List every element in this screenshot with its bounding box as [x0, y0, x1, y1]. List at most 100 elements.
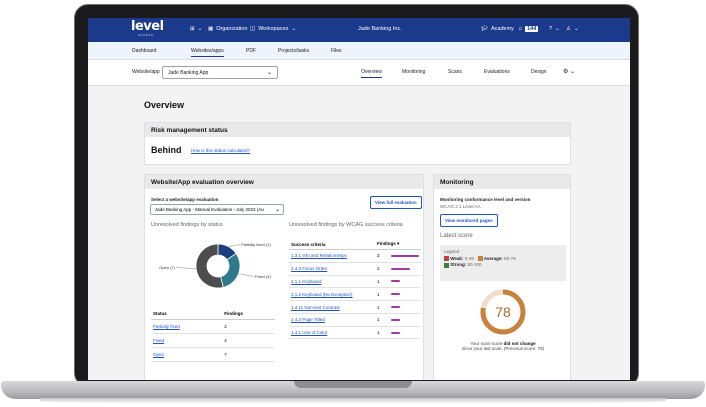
workspaces-menu[interactable]: ◫ Workspaces ⌄ [250, 26, 296, 32]
logo-subtitle: ACCESS [138, 33, 154, 37]
findings-bar [391, 318, 400, 321]
organization-label: Organization [216, 26, 248, 32]
wcag-findings-column-header[interactable]: Findings ▾ [375, 239, 421, 250]
table-row: 2.1.2 Keyboard (No Exception) 1 [289, 287, 421, 302]
wcag-findings-header-label: Findings [377, 241, 396, 246]
table-row: 1.4.11 Non-text Contrast 1 [289, 300, 421, 314]
laptop-shadow [40, 398, 666, 404]
status-table: Status Findings Partially fixed 2 Fixed 4 Op… [151, 308, 275, 362]
tab-design[interactable]: Design [531, 69, 547, 75]
criteria-link[interactable]: 2.1.1 Keyboard [291, 279, 322, 284]
tab-monitoring[interactable]: Monitoring [402, 69, 425, 75]
help-icon: ? [549, 26, 553, 32]
status-link[interactable]: Partially fixed [153, 324, 180, 329]
criteria-link[interactable]: 2.1.2 Keyboard (No Exception) [291, 292, 353, 297]
weak-range: 0-49 [464, 256, 474, 261]
criteria-count: 1 [375, 300, 389, 314]
status-count: 2 [222, 319, 275, 334]
chevron-down-icon: ⌄ [266, 70, 272, 76]
tab-dashboard[interactable]: Dashboard [132, 48, 156, 54]
view-full-evaluation-button[interactable]: View full evaluation [370, 196, 422, 209]
organization-menu[interactable]: ▦ Organization [208, 26, 247, 32]
average-range: 50-79 [504, 256, 516, 261]
evaluation-overview-panel: Website/App evaluation overview Select a… [144, 174, 424, 380]
settings-menu[interactable]: ⚙ ⌄ [563, 68, 575, 75]
score-value: 78 [495, 304, 511, 320]
criteria-count: 1 [375, 326, 389, 340]
grid-icon: ⊞ [190, 26, 195, 32]
score-note: Your scan score did not change since you… [434, 341, 572, 351]
graduation-cap-icon: 🎓︎ [481, 26, 488, 32]
findings-column-header: Findings [222, 308, 275, 320]
tab-projects-tasks[interactable]: Projects/tasks [278, 48, 309, 54]
status-table-header-row: Status Findings [151, 308, 275, 320]
tab-files[interactable]: Files [331, 48, 342, 54]
academy-link[interactable]: 🎓︎ Academy [481, 26, 514, 32]
evaluation-select[interactable]: Jade Banking App - Manual Evaluation - J… [150, 204, 284, 215]
score-legend: Legend Weak: 0-49 Average: 50-79 Strong:… [440, 245, 566, 281]
risk-status-help-link[interactable]: How is this status calculated? [191, 148, 250, 153]
table-row: Partially fixed 2 [151, 319, 275, 334]
table-row: 2.4.3 Focus Order 2 [289, 262, 421, 276]
criteria-link[interactable]: 1.4.11 Non-text Contrast [291, 305, 340, 310]
status-link[interactable]: Open [153, 352, 164, 357]
weak-swatch [444, 256, 449, 262]
top-navigation-bar: level ACCESS ⊞ ⌄ ▦ Organization ◫ Worksp… [88, 18, 630, 42]
criteria-link[interactable]: 2.4.2 Page Titled [291, 317, 325, 322]
strong-swatch [444, 262, 449, 268]
score-gauge: 78 [480, 289, 526, 335]
workspace-icon: ◫ [250, 26, 256, 32]
strong-range: 80-100 [467, 262, 482, 268]
weak-label: Weak: [450, 256, 464, 261]
findings-bar [391, 280, 400, 283]
criteria-count: 3 [375, 249, 389, 263]
bell-icon: ♫ [518, 26, 523, 32]
logo[interactable]: level [131, 20, 164, 33]
help-menu[interactable]: ? ⌄ [549, 26, 560, 32]
workspaces-label: Workspaces [258, 26, 289, 32]
evaluation-heading: Website/App evaluation overview [145, 175, 423, 189]
apps-grid-menu[interactable]: ⊞ ⌄ [190, 26, 202, 32]
tab-pdf[interactable]: PDF [246, 48, 256, 54]
website-app-select[interactable]: Jade Banking App ⌄ [162, 66, 278, 79]
table-row: Fixed 4 [151, 333, 275, 348]
building-icon: ▦ [208, 26, 214, 32]
status-count: 7 [222, 347, 275, 362]
findings-bar [391, 293, 400, 296]
criteria-link[interactable]: 1.3.1 Info and Relationships [291, 253, 347, 258]
criteria-link[interactable]: 2.4.3 Focus Order [291, 266, 327, 271]
criteria-count: 1 [375, 313, 389, 327]
website-app-bar: Website/app Jade Banking App ⌄ Overview … [88, 60, 630, 86]
notifications-button[interactable]: ♫ 144 [518, 26, 539, 32]
conformance-value: WCAG 2.1 Level AA [440, 204, 481, 209]
table-row: 2.4.2 Page Titled 1 [289, 313, 421, 327]
risk-status: Behind [151, 145, 182, 155]
view-monitored-pages-button[interactable]: View monitored pages [440, 214, 498, 227]
tab-websites-apps[interactable]: Websites/apps [191, 48, 224, 57]
status-link[interactable]: Fixed [153, 338, 164, 343]
risk-management-panel: Risk management status Behind How is thi… [144, 122, 571, 165]
main-content: Overview Risk management status Behind H… [88, 86, 630, 380]
table-row: Open 7 [151, 347, 275, 362]
criteria-link[interactable]: 1.4.1 Use of Color [291, 330, 327, 335]
findings-bar [391, 331, 400, 334]
notification-count: 144 [525, 26, 539, 32]
academy-label: Academy [490, 26, 514, 32]
user-menu[interactable]: ♙ ⌄ [566, 26, 579, 32]
latest-score-label: Latest score [440, 233, 473, 239]
conformance-label: Monitoring conformance level and version [440, 197, 531, 202]
findings-bar [391, 254, 419, 257]
tab-overview[interactable]: Overview [361, 69, 382, 78]
primary-tabs: Dashboard Websites/apps PDF Projects/tas… [88, 42, 630, 60]
tab-evaluations[interactable]: Evaluations [484, 69, 510, 75]
status-count: 4 [222, 333, 275, 348]
evaluation-selected: Jade Banking App - Manual Evaluation - J… [155, 207, 264, 212]
evaluation-select-label: Select a website/app evaluation [151, 197, 219, 202]
chevron-down-icon: ⌄ [291, 26, 296, 32]
app-screen: level ACCESS ⊞ ⌄ ▦ Organization ◫ Worksp… [88, 18, 630, 380]
tab-scans[interactable]: Scans [448, 69, 462, 75]
wcag-table: Success criteria Findings ▾ 1.3.1 Info a… [289, 239, 421, 340]
donut-leader-line [228, 244, 241, 247]
organization-title: Jade Banking Inc. [358, 26, 402, 32]
website-app-label: Website/app [132, 69, 160, 75]
